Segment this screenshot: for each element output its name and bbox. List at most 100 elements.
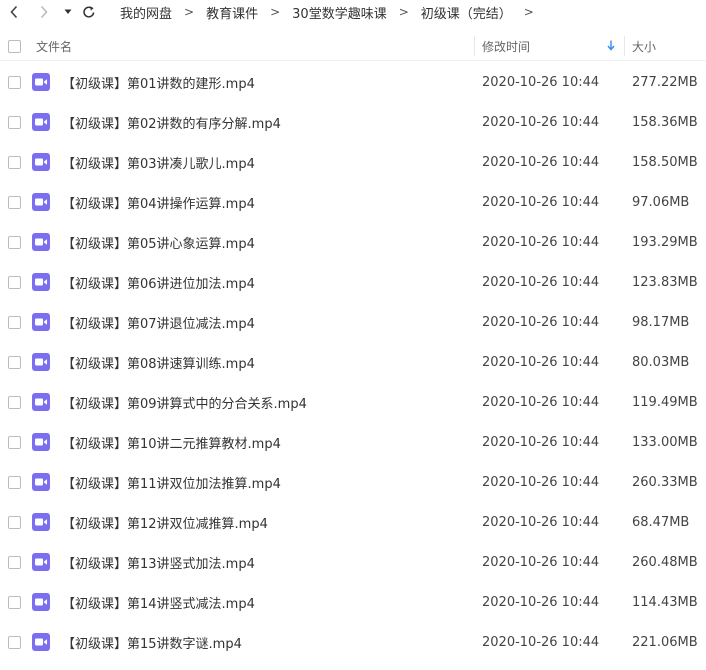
file-name[interactable]: 【初级课】第15讲数字谜.mp4 [62,622,242,662]
row-checkbox[interactable] [8,276,21,289]
row-checkbox[interactable] [8,596,21,609]
file-modified-time: 2020-10-26 10:44 [482,234,600,250]
file-row[interactable]: 【初级课】第01讲数的建形.mp4 2020-10-26 10:44 277.22M… [0,62,706,102]
video-file-icon [32,273,50,291]
file-name[interactable]: 【初级课】第13讲竖式加法.mp4 [62,542,255,582]
row-checkbox[interactable] [8,156,21,169]
file-name[interactable]: 【初级课】第06讲进位加法.mp4 [62,262,255,302]
file-name[interactable]: 【初级课】第05讲心象运算.mp4 [62,222,255,262]
caret-down-icon [64,9,72,14]
breadcrumb-separator: > [398,5,409,19]
column-header-size[interactable]: 大小 [632,32,656,60]
file-modified-time: 2020-10-26 10:44 [482,194,600,210]
file-row[interactable]: 【初级课】第05讲心象运算.mp4 2020-10-26 10:44 193.29M… [0,222,706,262]
file-name[interactable]: 【初级课】第12讲双位减推算.mp4 [62,502,268,542]
row-checkbox[interactable] [8,196,21,209]
breadcrumb-separator: > [270,5,281,19]
row-checkbox[interactable] [8,76,21,89]
arrow-down-icon[interactable] [607,40,615,55]
file-size: 133.00MB [632,434,698,450]
file-size: 158.36MB [632,114,698,130]
file-modified-time: 2020-10-26 10:44 [482,394,600,410]
column-header-name[interactable]: 文件名 [36,32,72,60]
file-size: 98.17MB [632,314,690,330]
forward-button[interactable] [36,0,52,24]
breadcrumb-separator: > [523,5,534,19]
file-row[interactable]: 【初级课】第14讲竖式减法.mp4 2020-10-26 10:44 114.43M… [0,582,706,622]
file-row[interactable]: 【初级课】第08讲速算训练.mp4 2020-10-26 10:44 80.03MB [0,342,706,382]
row-checkbox[interactable] [8,316,21,329]
video-file-icon [32,633,50,651]
file-name[interactable]: 【初级课】第03讲凑儿歌儿.mp4 [62,142,255,182]
row-checkbox[interactable] [8,236,21,249]
row-checkbox[interactable] [8,356,21,369]
file-row[interactable]: 【初级课】第06讲进位加法.mp4 2020-10-26 10:44 123.83M… [0,262,706,302]
file-row[interactable]: 【初级课】第04讲操作运算.mp4 2020-10-26 10:44 97.06MB [0,182,706,222]
file-name[interactable]: 【初级课】第01讲数的建形.mp4 [62,62,255,102]
row-checkbox[interactable] [8,636,21,649]
row-checkbox[interactable] [8,556,21,569]
column-divider[interactable] [474,36,475,56]
file-row[interactable]: 【初级课】第02讲数的有序分解.mp4 2020-10-26 10:44 158.3… [0,102,706,142]
video-file-icon [32,73,50,91]
video-file-icon [32,153,50,171]
file-modified-time: 2020-10-26 10:44 [482,634,600,650]
file-row[interactable]: 【初级课】第03讲凑儿歌儿.mp4 2020-10-26 10:44 158.50M… [0,142,706,182]
file-name[interactable]: 【初级课】第09讲算式中的分合关系.mp4 [62,382,307,422]
file-name[interactable]: 【初级课】第10讲二元推算教材.mp4 [62,422,281,462]
file-name[interactable]: 【初级课】第11讲双位加法推算.mp4 [62,462,281,502]
file-modified-time: 2020-10-26 10:44 [482,434,600,450]
select-all-checkbox[interactable] [8,40,21,53]
video-file-icon [32,313,50,331]
file-size: 158.50MB [632,154,698,170]
video-file-icon [32,473,50,491]
video-file-icon [32,393,50,411]
file-row[interactable]: 【初级课】第09讲算式中的分合关系.mp4 2020-10-26 10:44 119… [0,382,706,422]
breadcrumb-item[interactable]: 初级课（完结） [421,3,512,22]
breadcrumb-item[interactable]: 教育课件 [206,3,258,22]
file-row[interactable]: 【初级课】第12讲双位减推算.mp4 2020-10-26 10:44 68.47M… [0,502,706,542]
chevron-left-icon [10,5,18,19]
row-checkbox[interactable] [8,396,21,409]
file-size: 221.06MB [632,634,698,650]
back-button[interactable] [6,0,22,24]
file-size: 114.43MB [632,594,698,610]
file-modified-time: 2020-10-26 10:44 [482,74,600,90]
file-row[interactable]: 【初级课】第11讲双位加法推算.mp4 2020-10-26 10:44 260.3… [0,462,706,502]
file-name[interactable]: 【初级课】第14讲竖式减法.mp4 [62,582,255,622]
row-checkbox[interactable] [8,516,21,529]
video-file-icon [32,193,50,211]
file-modified-time: 2020-10-26 10:44 [482,554,600,570]
file-row[interactable]: 【初级课】第10讲二元推算教材.mp4 2020-10-26 10:44 133.0… [0,422,706,462]
file-row[interactable]: 【初级课】第15讲数字谜.mp4 2020-10-26 10:44 221.06MB [0,622,706,662]
file-modified-time: 2020-10-26 10:44 [482,354,600,370]
file-modified-time: 2020-10-26 10:44 [482,154,600,170]
video-file-icon [32,553,50,571]
file-name[interactable]: 【初级课】第04讲操作运算.mp4 [62,182,255,222]
file-size: 119.49MB [632,394,698,410]
refresh-icon [83,6,95,18]
file-size: 68.47MB [632,514,690,530]
file-name[interactable]: 【初级课】第02讲数的有序分解.mp4 [62,102,281,142]
video-file-icon [32,513,50,531]
row-checkbox[interactable] [8,436,21,449]
row-checkbox[interactable] [8,116,21,129]
file-modified-time: 2020-10-26 10:44 [482,274,600,290]
column-header-modified[interactable]: 修改时间 [482,32,530,60]
file-modified-time: 2020-10-26 10:44 [482,594,600,610]
file-size: 193.29MB [632,234,698,250]
file-size: 123.83MB [632,274,698,290]
file-row[interactable]: 【初级课】第07讲退位减法.mp4 2020-10-26 10:44 98.17MB [0,302,706,342]
file-modified-time: 2020-10-26 10:44 [482,514,600,530]
refresh-button[interactable] [80,0,98,24]
history-dropdown-button[interactable] [62,0,74,24]
column-divider[interactable] [624,36,625,56]
breadcrumb-item[interactable]: 我的网盘 [120,3,172,22]
breadcrumb-item[interactable]: 30堂数学趣味课 [292,3,387,22]
row-checkbox[interactable] [8,476,21,489]
file-name[interactable]: 【初级课】第08讲速算训练.mp4 [62,342,255,382]
video-file-icon [32,113,50,131]
file-row[interactable]: 【初级课】第13讲竖式加法.mp4 2020-10-26 10:44 260.48M… [0,542,706,582]
breadcrumb: 我的网盘 > 教育课件 >30堂数学趣味课 > 初级课（完结） > [120,0,546,24]
file-name[interactable]: 【初级课】第07讲退位减法.mp4 [62,302,255,342]
